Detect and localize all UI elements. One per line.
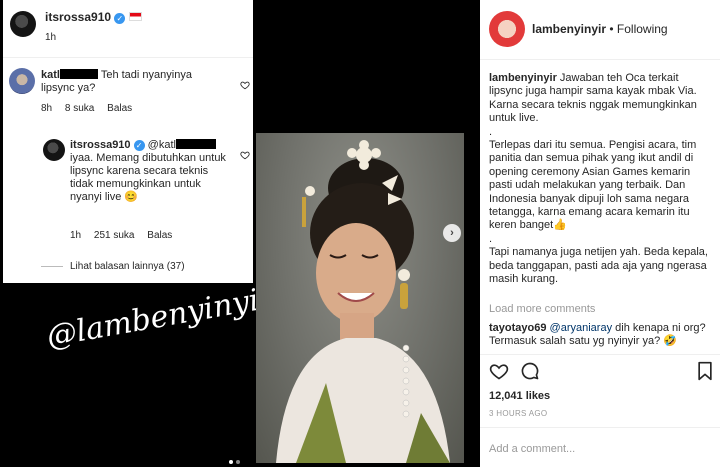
reply-text: itsrossa910 ✓ @katl iyaa. Memang dibutuh…	[70, 139, 226, 203]
redaction-bar	[59, 69, 98, 79]
verified-icon: ✓	[133, 140, 145, 151]
avatar	[43, 139, 65, 161]
photo-illustration	[276, 140, 450, 463]
carousel-dots	[229, 451, 243, 467]
mention-link[interactable]: @aryaniaray	[550, 322, 613, 334]
bookmark-icon[interactable]	[696, 361, 714, 381]
post-media: itsrossa910 ✓ 1h katl Teh tadi nyanyinya…	[0, 0, 480, 467]
caption-paragraph: lambenyinyir Jawaban teh Oca terkait lip…	[489, 72, 697, 125]
author-username[interactable]: lambenyinyir	[532, 22, 606, 36]
caption-paragraph: .	[489, 125, 493, 138]
heart-icon[interactable]	[240, 80, 250, 90]
flag-icon	[128, 12, 142, 21]
watermark: @lambenyinyir	[44, 280, 276, 355]
post-time: 1h	[45, 32, 57, 43]
post-header: lambenyinyir • Following	[480, 0, 720, 60]
post-photo	[256, 133, 464, 463]
caption-username[interactable]: lambenyinyir	[489, 72, 557, 84]
comment-likes[interactable]: 8 suka	[65, 103, 94, 114]
comment: tayotayo69 @aryaniaray dih kenapa ni org…	[489, 322, 715, 349]
chevron-right-icon[interactable]: ›	[443, 224, 461, 242]
comment-username: katl	[41, 69, 60, 81]
reply-button[interactable]: Balas	[147, 230, 172, 241]
reply-username: itsrossa910	[70, 139, 131, 151]
comment-screenshot-card: itsrossa910 ✓ 1h katl Teh tadi nyanyinya…	[3, 0, 253, 283]
divider	[41, 266, 63, 267]
divider	[3, 57, 253, 58]
view-replies-link[interactable]: Lihat balasan lainnya (37)	[70, 260, 185, 273]
comment-input[interactable]	[489, 441, 711, 457]
reply-likes[interactable]: 251 suka	[94, 230, 135, 241]
comment-icon[interactable]	[520, 361, 540, 381]
comment-text: katl Teh tadi nyanyinya lipsync ya?	[41, 69, 192, 94]
redaction-bar	[175, 139, 216, 149]
caption-paragraph: .	[489, 232, 493, 245]
verified-icon: ✓	[114, 13, 126, 24]
emoji: 😊	[124, 191, 139, 203]
reply-time: 1h	[70, 230, 82, 241]
caption-paragraph: Terlepas dari itu semua. Pengisi acara, …	[489, 139, 697, 232]
likes-count[interactable]: 12,041 likes	[489, 390, 550, 402]
avatar[interactable]	[489, 11, 525, 47]
avatar	[10, 11, 36, 37]
load-more-comments-link[interactable]: Load more comments	[489, 303, 595, 315]
comment-time: 8h	[41, 103, 53, 114]
caption: lambenyinyir Jawaban teh Oca terkait lip…	[489, 72, 715, 287]
avatar	[9, 68, 35, 94]
heart-icon[interactable]	[240, 150, 250, 160]
add-comment-bar	[480, 427, 720, 467]
post-sidebar: lambenyinyir • Following lambenyinyir Ja…	[480, 0, 720, 467]
post-timestamp: 3 HOURS AGO	[489, 409, 548, 418]
reply-button[interactable]: Balas	[107, 103, 132, 114]
carousel-dot	[229, 460, 233, 464]
heart-icon[interactable]	[489, 361, 509, 381]
action-bar	[480, 354, 720, 381]
caption-paragraph: Tapi namanya juga netijen yah. Beda kepa…	[489, 246, 708, 286]
post-username: itsrossa910	[45, 10, 112, 24]
follow-status[interactable]: • Following	[609, 22, 667, 36]
comment-username[interactable]: tayotayo69	[489, 322, 546, 334]
carousel-dot	[236, 460, 240, 464]
